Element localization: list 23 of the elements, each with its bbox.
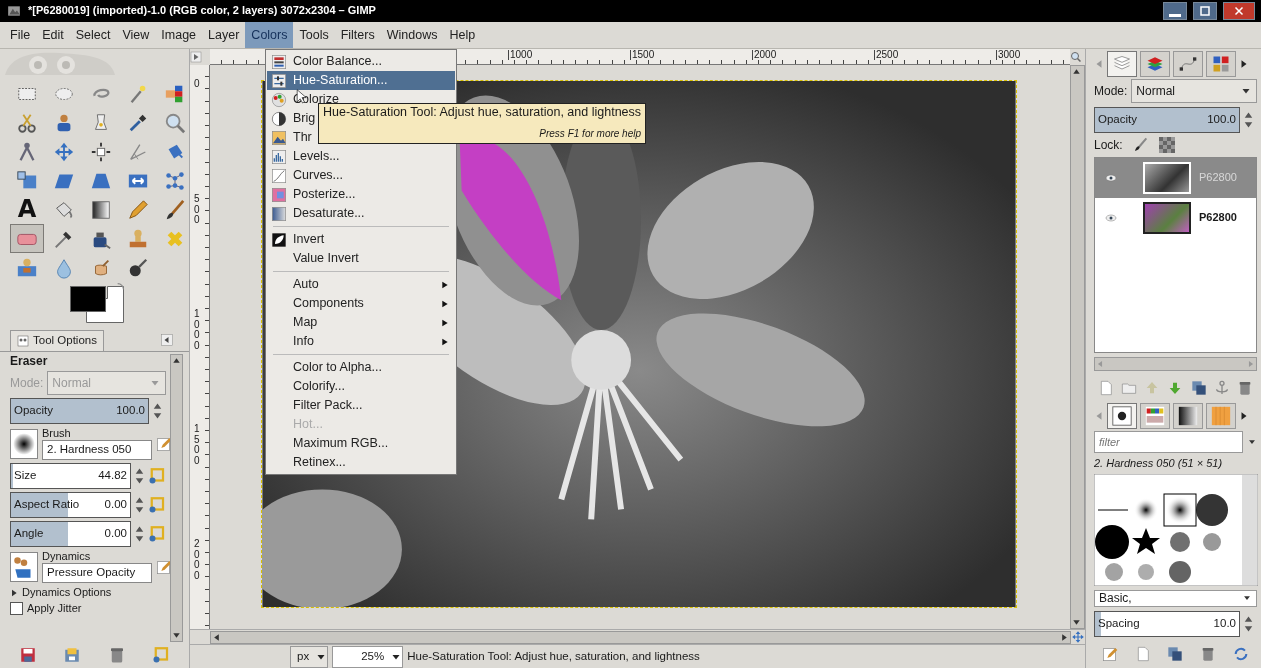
brush-title: 2. Hardness 050 (51 × 51) (1094, 457, 1224, 471)
ruler-label: 2000 (752, 50, 777, 60)
ruler-label: 1500 (630, 50, 655, 60)
tool-name: Eraser (10, 353, 49, 369)
status-message: Hue-Saturation Tool: Adjust hue, saturation, and lightness (407, 649, 700, 664)
ruler-label: 1000 (194, 309, 200, 351)
lock-label: Lock: (1094, 137, 1123, 153)
checkbox-label: Apply Jitter (27, 602, 82, 616)
ruler-label: 2500 (874, 50, 899, 60)
tooltip-hint: Press F1 for more help (538, 128, 642, 140)
window-title: *[P6280019] (imported)-1.0 (RGB color, 2 layers) 3072x2304 – GIMP (28, 4, 376, 18)
ruler-label: 0 (194, 79, 200, 90)
mode-label: Mode: (1094, 83, 1128, 99)
ruler-label: 1000 (508, 50, 533, 60)
ruler-label: 1500 (194, 424, 200, 466)
ruler-label: 2000 (194, 539, 200, 581)
ruler-label: 500 (194, 194, 200, 226)
mode-label: Mode: (10, 376, 44, 391)
field-label: Brush (42, 427, 72, 441)
ruler-label: 3000 (996, 50, 1021, 60)
tooltip-text: Hue-Saturation Tool: Adjust hue, saturation, and lightness (323, 105, 642, 120)
menu-item: Hot... (267, 415, 455, 434)
field-label: Dynamics (42, 550, 92, 564)
